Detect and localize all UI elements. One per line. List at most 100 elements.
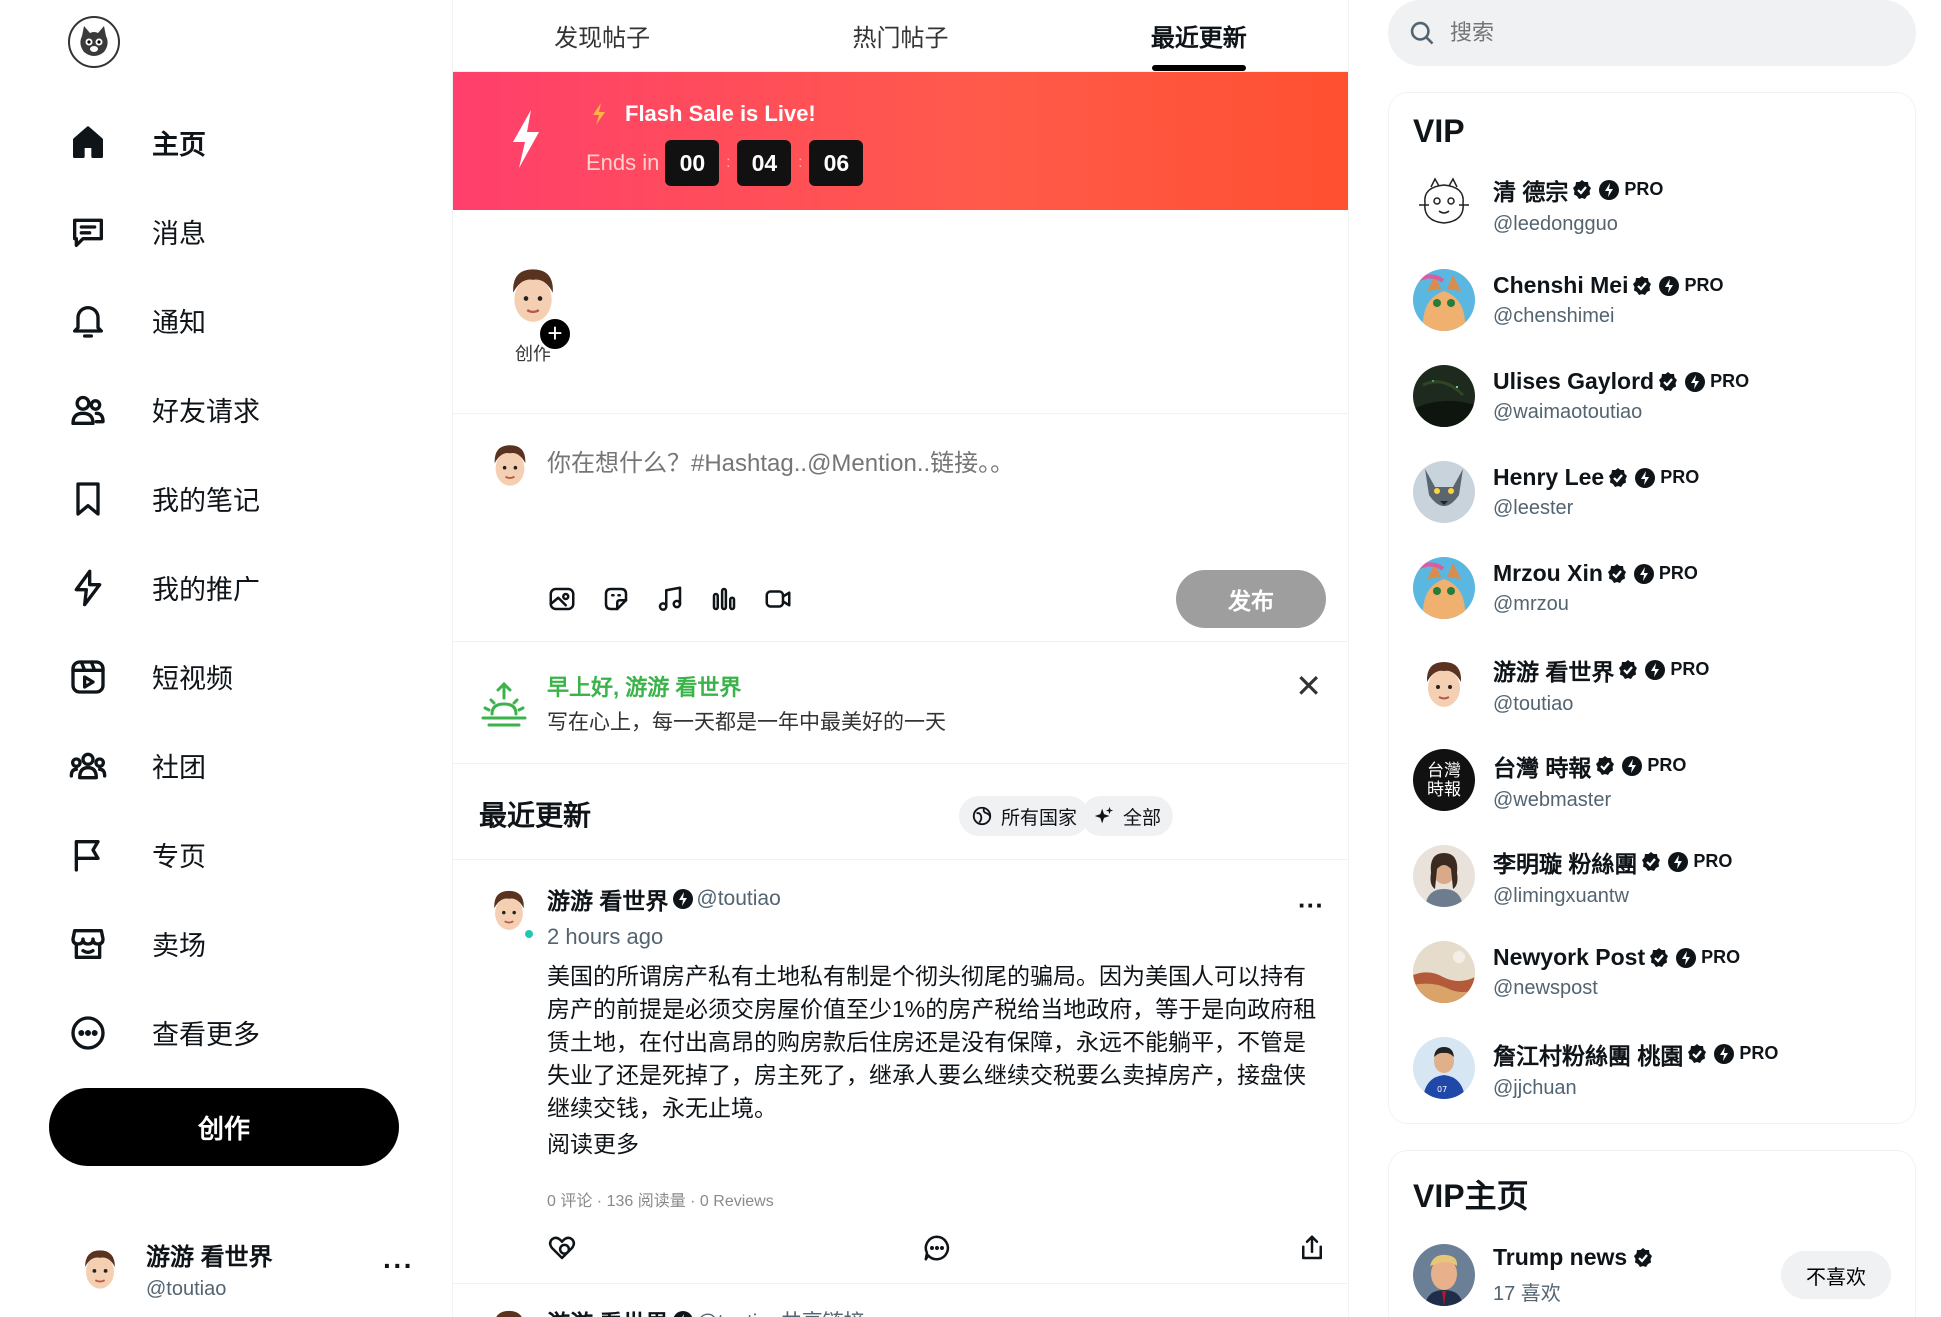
vip-user-row[interactable]: Newyork Post PRO @newspost — [1389, 924, 1915, 1020]
more-options-icon[interactable]: ··· — [1298, 1304, 1324, 1317]
svg-text:07: 07 — [1437, 1085, 1447, 1094]
vip-user-row[interactable]: Mrzou Xin PRO @mrzou — [1389, 540, 1915, 636]
flash-sale-banner[interactable]: Flash Sale is Live! Ends in 00 : 04 : 06 — [453, 72, 1348, 210]
more-options-icon[interactable]: ··· — [383, 1250, 414, 1282]
music-icon[interactable] — [655, 584, 685, 614]
photo-icon[interactable] — [547, 584, 577, 614]
all-filter[interactable]: 全部 — [1081, 796, 1174, 836]
cat-logo-icon[interactable] — [68, 16, 120, 68]
countdown-separator: : — [726, 154, 731, 171]
account-switcher[interactable]: 游游 看世界 @toutiao ··· — [72, 1234, 422, 1304]
author-handle[interactable]: @toutiao共享链接 — [696, 1306, 864, 1317]
flash-title-text: Flash Sale is Live! — [625, 101, 816, 126]
pro-badge: PRO — [1684, 371, 1749, 393]
comment-icon[interactable] — [922, 1233, 952, 1263]
main-nav: 主页 消息 通知 好友请求 我的笔记 我的推广 短视频 社团 专页 卖场 查看更… — [60, 98, 420, 1077]
nav-item-groups[interactable]: 社团 — [60, 721, 420, 810]
author-handle[interactable]: @toutiao — [696, 887, 780, 911]
pro-label: PRO — [1658, 563, 1698, 583]
vip-user-row[interactable]: Henry Lee PRO @leester — [1389, 444, 1915, 540]
camera-icon[interactable] — [763, 584, 793, 614]
verified-badge-icon — [1573, 179, 1592, 199]
share-icon[interactable] — [1297, 1233, 1327, 1263]
publish-button[interactable]: 发布 — [1176, 570, 1326, 628]
pro-badge: PRO — [1675, 947, 1740, 969]
nav-item-notifications[interactable]: 通知 — [60, 276, 420, 365]
vip-page-row[interactable]: Trump news 17 喜欢 不喜欢 — [1389, 1227, 1915, 1317]
country-filter-label: 所有国家 — [1001, 807, 1078, 829]
pro-bolt-icon — [1676, 947, 1697, 968]
nav-item-home[interactable]: 主页 — [60, 98, 420, 187]
nav-item-notes[interactable]: 我的笔记 — [60, 454, 420, 543]
avatar-text: 台灣時報 — [1413, 749, 1475, 811]
tab-hot[interactable]: 热门帖子 — [751, 0, 1049, 71]
vip-name: Mrzou Xin — [1493, 560, 1603, 586]
verified-icon — [674, 1311, 693, 1317]
author-name[interactable]: 游游 看世界 — [547, 882, 668, 916]
nav-item-promotions[interactable]: 我的推广 — [60, 543, 420, 632]
react-icon[interactable] — [547, 1233, 577, 1263]
post-time[interactable]: 2 hours ago — [547, 924, 1322, 950]
vip-user-row[interactable]: 台灣時報 台灣 時報 PRO @webmaster — [1389, 732, 1915, 828]
nav-item-pages[interactable]: 专页 — [60, 810, 420, 899]
vip-user-row[interactable]: 清 德宗 PRO @leedongguo — [1389, 156, 1915, 252]
plus-icon[interactable]: + — [537, 316, 573, 352]
country-filter[interactable]: 所有国家 — [959, 796, 1090, 836]
greeting-card: 早上好, 游游 看世界 写在心上，每一天都是一年中最美好的一天 ✕ — [453, 642, 1348, 764]
read-more-link[interactable]: 阅读更多 — [547, 1125, 1322, 1159]
vip-name: 詹江村粉絲團 桃園 — [1493, 1042, 1684, 1069]
more-options-icon[interactable]: ··· — [1298, 890, 1324, 921]
nav-label: 短视频 — [152, 664, 233, 694]
nav-item-friend-requests[interactable]: 好友请求 — [60, 365, 420, 454]
vip-handle: @leester — [1493, 497, 1574, 519]
vip-handle: @chenshimei — [1493, 305, 1615, 327]
nav-item-more[interactable]: 查看更多 — [60, 988, 420, 1077]
pro-label: PRO — [1710, 371, 1750, 391]
stories-bar: + 创作 — [453, 210, 1348, 414]
avatar — [72, 1241, 128, 1297]
tab-recent[interactable]: 最近更新 — [1050, 0, 1348, 71]
post-input[interactable] — [547, 450, 1307, 478]
pro-bolt-icon — [1633, 563, 1654, 584]
vip-handle: @webmaster — [1493, 788, 1612, 811]
nav-item-short-video[interactable]: 短视频 — [60, 632, 420, 721]
pro-label: PRO — [1624, 179, 1664, 199]
nav-label: 社团 — [152, 753, 206, 783]
composer-toolbar — [547, 584, 817, 614]
author-name[interactable]: 游游 看世界 — [547, 1304, 668, 1317]
pro-badge: PRO — [1644, 659, 1709, 681]
vip-handle: @waimaotoutiao — [1493, 401, 1643, 423]
right-sidebar: VIP 清 德宗 PRO @leedongguo Chenshi Mei PRO @che… — [1388, 0, 1928, 1317]
dislike-button[interactable]: 不喜欢 — [1781, 1251, 1891, 1299]
flash-title: Flash Sale is Live! — [591, 101, 816, 127]
vip-user-row[interactable]: Ulises Gaylord PRO @waimaotoutiao — [1389, 348, 1915, 444]
pro-bolt-icon — [1635, 467, 1656, 488]
vip-name: Newyork Post — [1493, 944, 1646, 970]
search-bar[interactable] — [1388, 0, 1916, 66]
nav-item-messages[interactable]: 消息 — [60, 187, 420, 276]
sticker-icon[interactable] — [601, 584, 631, 614]
poll-icon[interactable] — [709, 584, 739, 614]
post-composer: 发布 — [453, 414, 1348, 642]
pro-label: PRO — [1684, 275, 1724, 295]
nav-item-market[interactable]: 卖场 — [60, 899, 420, 988]
vip-name: 清 德宗 — [1493, 178, 1569, 205]
group-icon — [66, 744, 110, 788]
search-input[interactable] — [1450, 20, 1890, 46]
avatar[interactable] — [483, 1304, 535, 1317]
online-indicator — [523, 928, 535, 940]
bookmark-icon — [66, 477, 110, 521]
all-filter-label: 全部 — [1123, 807, 1162, 829]
verified-badge-icon — [1619, 659, 1638, 679]
vip-user-row[interactable]: 游游 看世界 PRO @toutiao — [1389, 636, 1915, 732]
message-icon — [66, 210, 110, 254]
vip-user-row[interactable]: Chenshi Mei PRO @chenshimei — [1389, 252, 1915, 348]
post-text: 美国的所谓房产私有土地私有制是个彻头彻尾的骗局。因为美国人可以持有房产的前提是必… — [547, 963, 1317, 1121]
vip-user-row[interactable]: 07 詹江村粉絲團 桃園 PRO @jjchuan — [1389, 1020, 1915, 1116]
vip-user-row[interactable]: 李明璇 粉絲團 PRO @limingxuantw — [1389, 828, 1915, 924]
close-icon[interactable]: ✕ — [1295, 670, 1322, 702]
tab-discover[interactable]: 发现帖子 — [453, 0, 751, 71]
vip-name: Chenshi Mei — [1493, 272, 1629, 298]
create-story[interactable]: + 创作 — [493, 260, 573, 366]
create-button[interactable]: 创作 — [49, 1088, 399, 1166]
